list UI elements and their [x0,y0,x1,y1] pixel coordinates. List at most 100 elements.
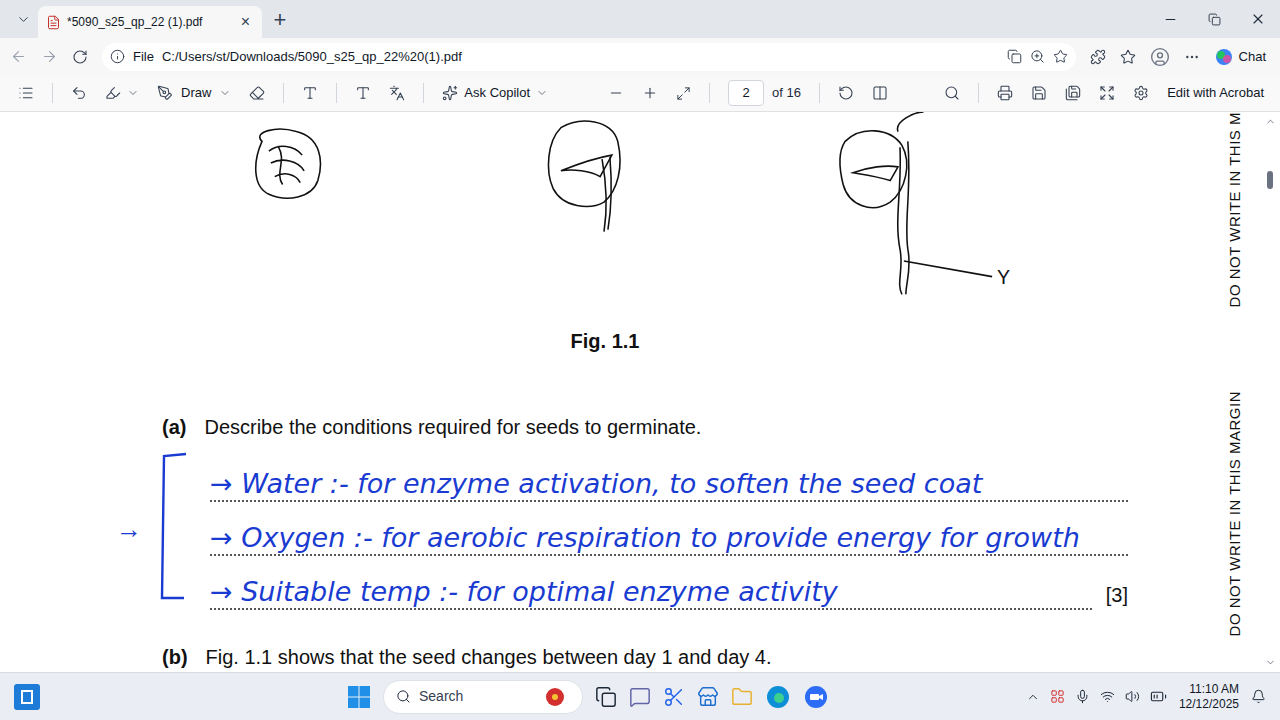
translate-icon[interactable] [389,85,405,101]
address-row: File C:/Users/st/Downloads/5090_s25_qp_22… [0,38,1280,75]
page-margin: DO NOT WRITE IN THIS MDO NOT WRITE IN TH… [1210,112,1260,672]
answer-line[interactable]: → Oxygen :- for aerobic respiration to p… [210,502,1128,556]
new-tab-button[interactable]: + [262,0,298,38]
tab-actions-icon[interactable] [16,12,31,27]
bracket-mark-icon [156,448,192,604]
task-view-icon[interactable] [595,686,617,708]
draw-icon [157,85,173,101]
tray-app-icon[interactable] [1050,689,1065,704]
question-a: (a)Describe the conditions required for … [0,356,1210,442]
save-icon[interactable] [1031,85,1047,101]
draw-menu-icon[interactable] [219,87,231,99]
address-field[interactable]: File C:/Users/st/Downloads/5090_s25_qp_22… [102,43,1076,71]
figure-pointer-label: Y [997,266,1010,288]
tab-title: *5090_s25_qp_22 (1).pdf [67,13,231,31]
favorite-icon[interactable] [1053,49,1068,64]
highlight-icon[interactable] [105,85,121,101]
file-explorer-icon[interactable] [731,686,753,708]
handwritten-answer: → Water :- for enzyme activation, to sof… [210,470,982,497]
zoom-icon[interactable] [1030,49,1045,64]
minimize-icon[interactable] [1163,12,1178,27]
clock[interactable]: 11:10 AM12/12/2025 [1177,682,1241,712]
widgets-button[interactable] [14,684,40,710]
marks: [3] [1092,580,1128,610]
zoom-app-icon[interactable] [803,684,829,710]
copilot-menu-icon[interactable] [536,87,548,99]
site-info-icon[interactable] [110,49,125,64]
fullscreen-icon[interactable] [1099,85,1115,101]
scroll-down-icon[interactable] [1265,657,1276,668]
undo-icon[interactable] [71,85,87,101]
address-scheme: File [133,47,154,67]
save-as-icon[interactable] [1065,85,1081,101]
edit-acrobat-button[interactable]: Edit with Acrobat [1167,83,1264,103]
screen: *5090_s25_qp_22 (1).pdf × + File C:/Users/st… [0,0,1280,720]
store-icon[interactable] [697,686,719,708]
bracket-arrow: → [116,510,142,549]
windows-start-icon[interactable] [347,685,371,709]
read-aloud-icon[interactable] [355,85,371,101]
copilot-icon [1214,47,1234,67]
taskbar: Search 11:10 AM12/12/2025 [0,672,1280,720]
poinsettia-icon [540,685,570,709]
zoom-in-icon[interactable] [642,85,658,101]
margin-note: DO NOT WRITE IN THIS M [1224,112,1247,307]
favorites-icon[interactable] [1120,49,1136,65]
zoom-out-icon[interactable] [608,85,624,101]
scroll-thumb[interactable] [1267,171,1273,189]
snipping-icon[interactable] [663,686,685,708]
seed-figure: Y [0,112,1210,308]
find-icon[interactable] [944,85,960,101]
tray-overflow-icon[interactable] [1026,690,1040,704]
contents-icon[interactable] [18,85,34,101]
rotate-icon[interactable] [838,85,854,101]
browser-tab[interactable]: *5090_s25_qp_22 (1).pdf × [38,6,262,38]
forward-icon[interactable] [41,48,58,65]
handwritten-answer: → Oxygen :- for aerobic respiration to p… [210,524,1080,551]
print-icon[interactable] [997,85,1013,101]
answer-block: → → Water :- for enzyme activation, to so… [0,442,1210,610]
page-count: of 16 [772,83,801,103]
page-view-icon[interactable] [872,85,888,101]
highlight-menu-icon[interactable] [127,87,139,99]
ask-copilot-button[interactable]: Ask Copilot [442,83,548,103]
scroll-up-icon[interactable] [1265,116,1276,127]
pdf-toolbar: Draw Ask Copilot 2 of 16 Edit with Acrobat [0,75,1280,112]
handwritten-answer: → Suitable temp :- for optimal enzyme ac… [210,578,838,605]
address-url: C:/Users/st/Downloads/5090_s25_qp_22%20(… [162,47,999,67]
profile-icon[interactable] [1150,47,1170,67]
pdf-file-icon [46,15,61,30]
search-icon [396,689,411,704]
more-icon[interactable] [1184,49,1200,65]
notifications-icon[interactable] [1251,689,1266,704]
chat-icon[interactable] [629,686,651,708]
copilot-chat-button[interactable]: Chat [1214,47,1270,67]
refresh-icon[interactable] [72,49,88,65]
edge-icon[interactable] [765,684,791,710]
draw-button[interactable]: Draw [157,83,231,103]
pdf-viewer: Y Fig. 1.1(a)Describe the conditions requ… [0,112,1280,672]
scrollbar[interactable] [1260,112,1280,672]
battery-icon[interactable] [1150,688,1167,705]
answer-line[interactable]: → Water :- for enzyme activation, to sof… [210,448,1128,502]
answer-line[interactable]: → Suitable temp :- for optimal enzyme ac… [210,556,1128,610]
copilot-page-icon[interactable] [1007,49,1022,64]
tab-bar: *5090_s25_qp_22 (1).pdf × + [0,0,1280,38]
tab-close-button[interactable]: × [237,10,254,34]
volume-icon[interactable] [1125,689,1140,704]
text-box-icon[interactable] [302,85,318,101]
extensions-icon[interactable] [1090,49,1106,65]
page-number-input[interactable]: 2 [728,80,764,106]
question-b: (b)Fig. 1.1 shows that the seed changes … [0,610,1210,672]
eraser-icon[interactable] [249,85,265,101]
copilot-sparkle-icon [442,85,458,101]
settings-icon[interactable] [1133,85,1149,101]
figure-caption: Fig. 1.1 [0,308,1210,356]
close-window-icon[interactable] [1250,11,1266,27]
microphone-icon[interactable] [1075,689,1090,704]
wifi-icon[interactable] [1100,689,1115,704]
fit-page-icon[interactable] [676,86,691,101]
restore-icon[interactable] [1208,13,1221,26]
taskbar-search[interactable]: Search [383,680,583,714]
back-icon[interactable] [10,48,27,65]
